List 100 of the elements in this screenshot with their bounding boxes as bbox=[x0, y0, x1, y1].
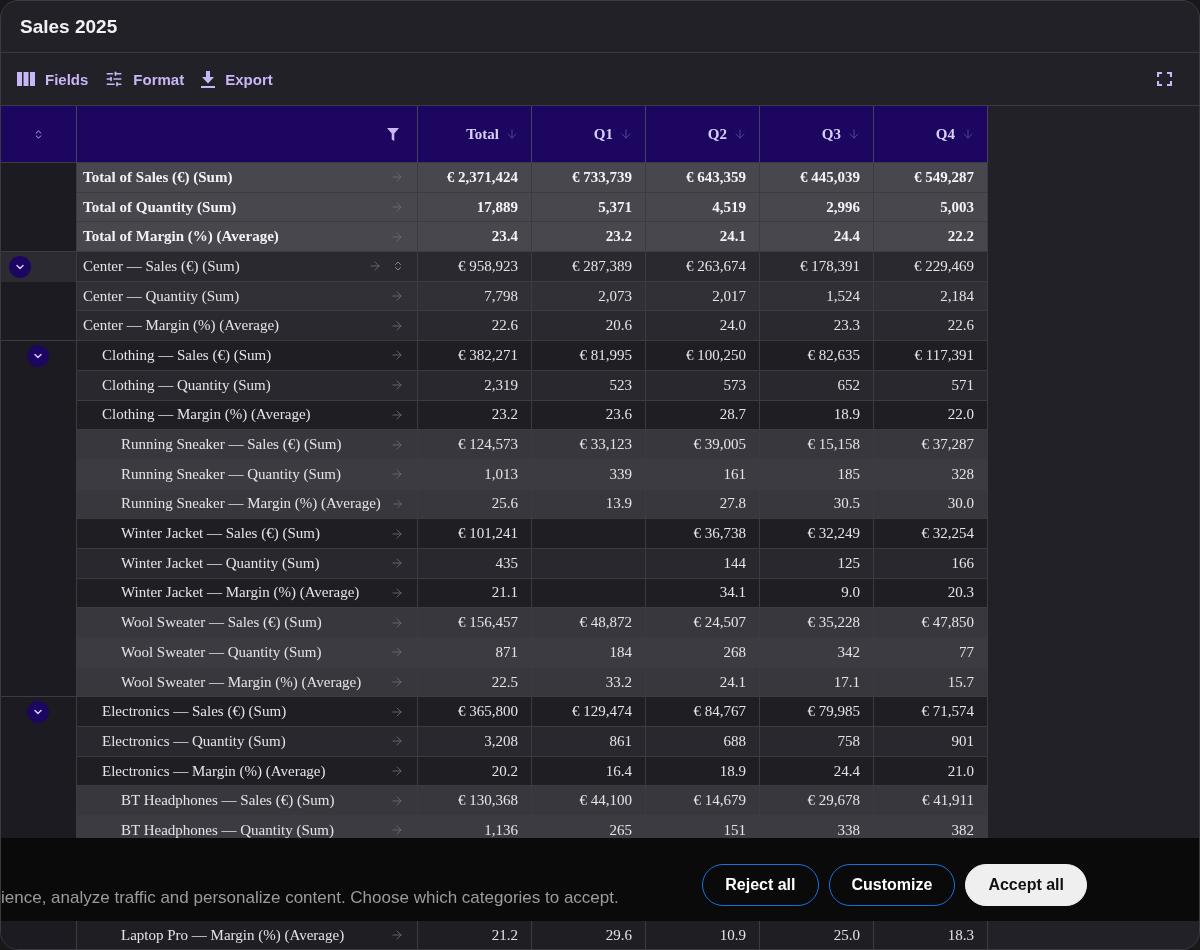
table-cell: 3,208 bbox=[418, 727, 532, 757]
row-header-cell[interactable]: Clothing — Sales (€) (Sum) bbox=[77, 341, 418, 371]
expand-button[interactable] bbox=[9, 255, 31, 278]
table-cell: € 643,359 bbox=[646, 163, 760, 193]
row-label: Clothing — Quantity (Sum) bbox=[102, 376, 271, 394]
table-cell: 185 bbox=[760, 459, 874, 490]
row-header-cell[interactable]: Wool Sweater — Sales (€) (Sum) bbox=[77, 608, 418, 638]
table-cell: 125 bbox=[760, 548, 874, 579]
table-cell: 901 bbox=[874, 727, 988, 757]
chevrons-up-down-icon[interactable] bbox=[392, 260, 404, 273]
filter-icon[interactable] bbox=[387, 127, 399, 141]
table-cell: 4,519 bbox=[646, 192, 760, 223]
table-cell: € 24,507 bbox=[646, 608, 760, 638]
row-header-cell[interactable]: Winter Jacket — Quantity (Sum) bbox=[77, 548, 418, 579]
table-cell: 33.2 bbox=[532, 667, 646, 698]
expand-button[interactable] bbox=[27, 344, 49, 367]
table-cell: 871 bbox=[418, 638, 532, 668]
column-header[interactable]: Q2 bbox=[646, 106, 760, 163]
banner-button[interactable]: Accept all bbox=[965, 864, 1087, 906]
table-cell: 151 bbox=[646, 816, 760, 838]
arrow-right-icon[interactable] bbox=[390, 793, 404, 808]
row-label: Electronics — Margin (%) (Average) bbox=[102, 762, 326, 780]
sliders-icon[interactable] bbox=[105, 70, 124, 88]
row-header-cell[interactable]: Running Sneaker — Margin (%) (Average) bbox=[77, 489, 418, 520]
columns-icon[interactable] bbox=[17, 72, 35, 86]
table-cell: 16.4 bbox=[532, 756, 646, 787]
row-label: Laptop Pro — Margin (%) (Average) bbox=[121, 926, 345, 944]
table-cell: € 84,767 bbox=[646, 697, 760, 728]
table-cell: 2,017 bbox=[646, 281, 760, 312]
toolbar-button[interactable]: Export bbox=[201, 70, 273, 88]
table-cell: 25.0 bbox=[760, 921, 874, 949]
fullscreen-icon[interactable] bbox=[1157, 72, 1172, 86]
column-header[interactable]: Total bbox=[418, 106, 532, 163]
table-cell: € 71,574 bbox=[874, 697, 988, 728]
row-header-cell[interactable]: Center — Sales (€) (Sum) bbox=[77, 252, 418, 282]
arrow-right-icon[interactable] bbox=[390, 704, 404, 719]
row-header-cell[interactable]: Clothing — Margin (%) (Average) bbox=[77, 400, 418, 431]
expand-button[interactable] bbox=[27, 701, 49, 724]
row-header-cell[interactable]: Wool Sweater — Margin (%) (Average) bbox=[77, 667, 418, 698]
row-header-cell[interactable]: Total of Sales (€) (Sum) bbox=[77, 163, 418, 193]
row-header-cell[interactable]: Clothing — Quantity (Sum) bbox=[77, 370, 418, 401]
row-header-cell[interactable]: Electronics — Margin (%) (Average) bbox=[77, 756, 418, 787]
table-cell: € 44,100 bbox=[532, 786, 646, 817]
column-header[interactable]: Q4 bbox=[874, 106, 988, 163]
table-cell: 2,184 bbox=[874, 281, 988, 312]
table-cell: € 229,469 bbox=[874, 252, 988, 282]
table-cell: 21.1 bbox=[418, 578, 532, 609]
table-cell: 9.0 bbox=[760, 578, 874, 609]
row-header-cell[interactable]: Winter Jacket — Margin (%) (Average) bbox=[77, 578, 418, 609]
table-cell: € 33,123 bbox=[532, 430, 646, 460]
table-cell: 382 bbox=[874, 816, 988, 838]
table-cell: € 48,872 bbox=[532, 608, 646, 638]
download-icon[interactable] bbox=[201, 70, 216, 88]
banner-text: ience, analyze traffic and personalize content. Choose which categories to accept. bbox=[1, 888, 619, 908]
row-header-cell[interactable]: Winter Jacket — Sales (€) (Sum) bbox=[77, 519, 418, 549]
table-cell: 20.2 bbox=[418, 756, 532, 787]
arrow-down-icon[interactable] bbox=[505, 127, 519, 141]
row-header-cell[interactable]: Center — Quantity (Sum) bbox=[77, 281, 418, 312]
row-label: Wool Sweater — Quantity (Sum) bbox=[121, 643, 322, 661]
table-cell: 21.2 bbox=[418, 921, 532, 949]
row-header-cell[interactable]: Total of Margin (%) (Average) bbox=[77, 222, 418, 253]
row-header-cell[interactable]: BT Headphones — Sales (€) (Sum) bbox=[77, 786, 418, 817]
toolbar-button[interactable]: Fields bbox=[17, 70, 89, 88]
row-header-cell[interactable]: Electronics — Quantity (Sum) bbox=[77, 727, 418, 757]
row-header-cell[interactable]: Center — Margin (%) (Average) bbox=[77, 311, 418, 342]
row-label: Clothing — Sales (€) (Sum) bbox=[102, 346, 272, 364]
row-header-cell[interactable]: Running Sneaker — Quantity (Sum) bbox=[77, 459, 418, 490]
table-cell: 15.7 bbox=[874, 667, 988, 698]
row-header-cell[interactable]: Running Sneaker — Sales (€) (Sum) bbox=[77, 430, 418, 460]
table-cell: 30.0 bbox=[874, 489, 988, 520]
column-header[interactable]: Q3 bbox=[760, 106, 874, 163]
table-cell: 23.4 bbox=[418, 222, 532, 253]
table-cell: € 129,474 bbox=[532, 697, 646, 728]
table-cell: 5,003 bbox=[874, 192, 988, 223]
toolbar-button[interactable]: Format bbox=[105, 70, 185, 88]
table-cell: 166 bbox=[874, 548, 988, 579]
row-label: Winter Jacket — Sales (€) (Sum) bbox=[121, 525, 320, 543]
table-cell: 22.6 bbox=[874, 311, 988, 342]
table-cell: 25.6 bbox=[418, 489, 532, 520]
table-cell: 5,371 bbox=[532, 192, 646, 223]
arrow-right-icon[interactable] bbox=[390, 585, 404, 600]
table-cell: 20.3 bbox=[874, 578, 988, 609]
column-header[interactable]: Q1 bbox=[532, 106, 646, 163]
table-cell: € 41,911 bbox=[874, 786, 988, 817]
row-header-cell[interactable]: BT Headphones — Quantity (Sum) bbox=[77, 816, 418, 838]
table-cell: € 156,457 bbox=[418, 608, 532, 638]
table-cell: 2,996 bbox=[760, 192, 874, 223]
row-header-cell[interactable]: Total of Quantity (Sum) bbox=[77, 192, 418, 223]
table-cell: 758 bbox=[760, 727, 874, 757]
row-header-cell[interactable]: Wool Sweater — Quantity (Sum) bbox=[77, 638, 418, 668]
table-cell: € 287,389 bbox=[532, 252, 646, 282]
row-label: Wool Sweater — Sales (€) (Sum) bbox=[121, 614, 322, 632]
row-header-cell[interactable]: Laptop Pro — Margin (%) (Average) bbox=[77, 921, 418, 949]
table-cell: € 82,635 bbox=[760, 341, 874, 371]
table-cell: € 263,674 bbox=[646, 252, 760, 282]
table-cell: 688 bbox=[646, 727, 760, 757]
table-cell: 22.2 bbox=[874, 222, 988, 253]
chevrons-up-down-icon[interactable] bbox=[33, 128, 44, 140]
table-cell: € 81,995 bbox=[532, 341, 646, 371]
row-header-cell[interactable]: Electronics — Sales (€) (Sum) bbox=[77, 697, 418, 728]
